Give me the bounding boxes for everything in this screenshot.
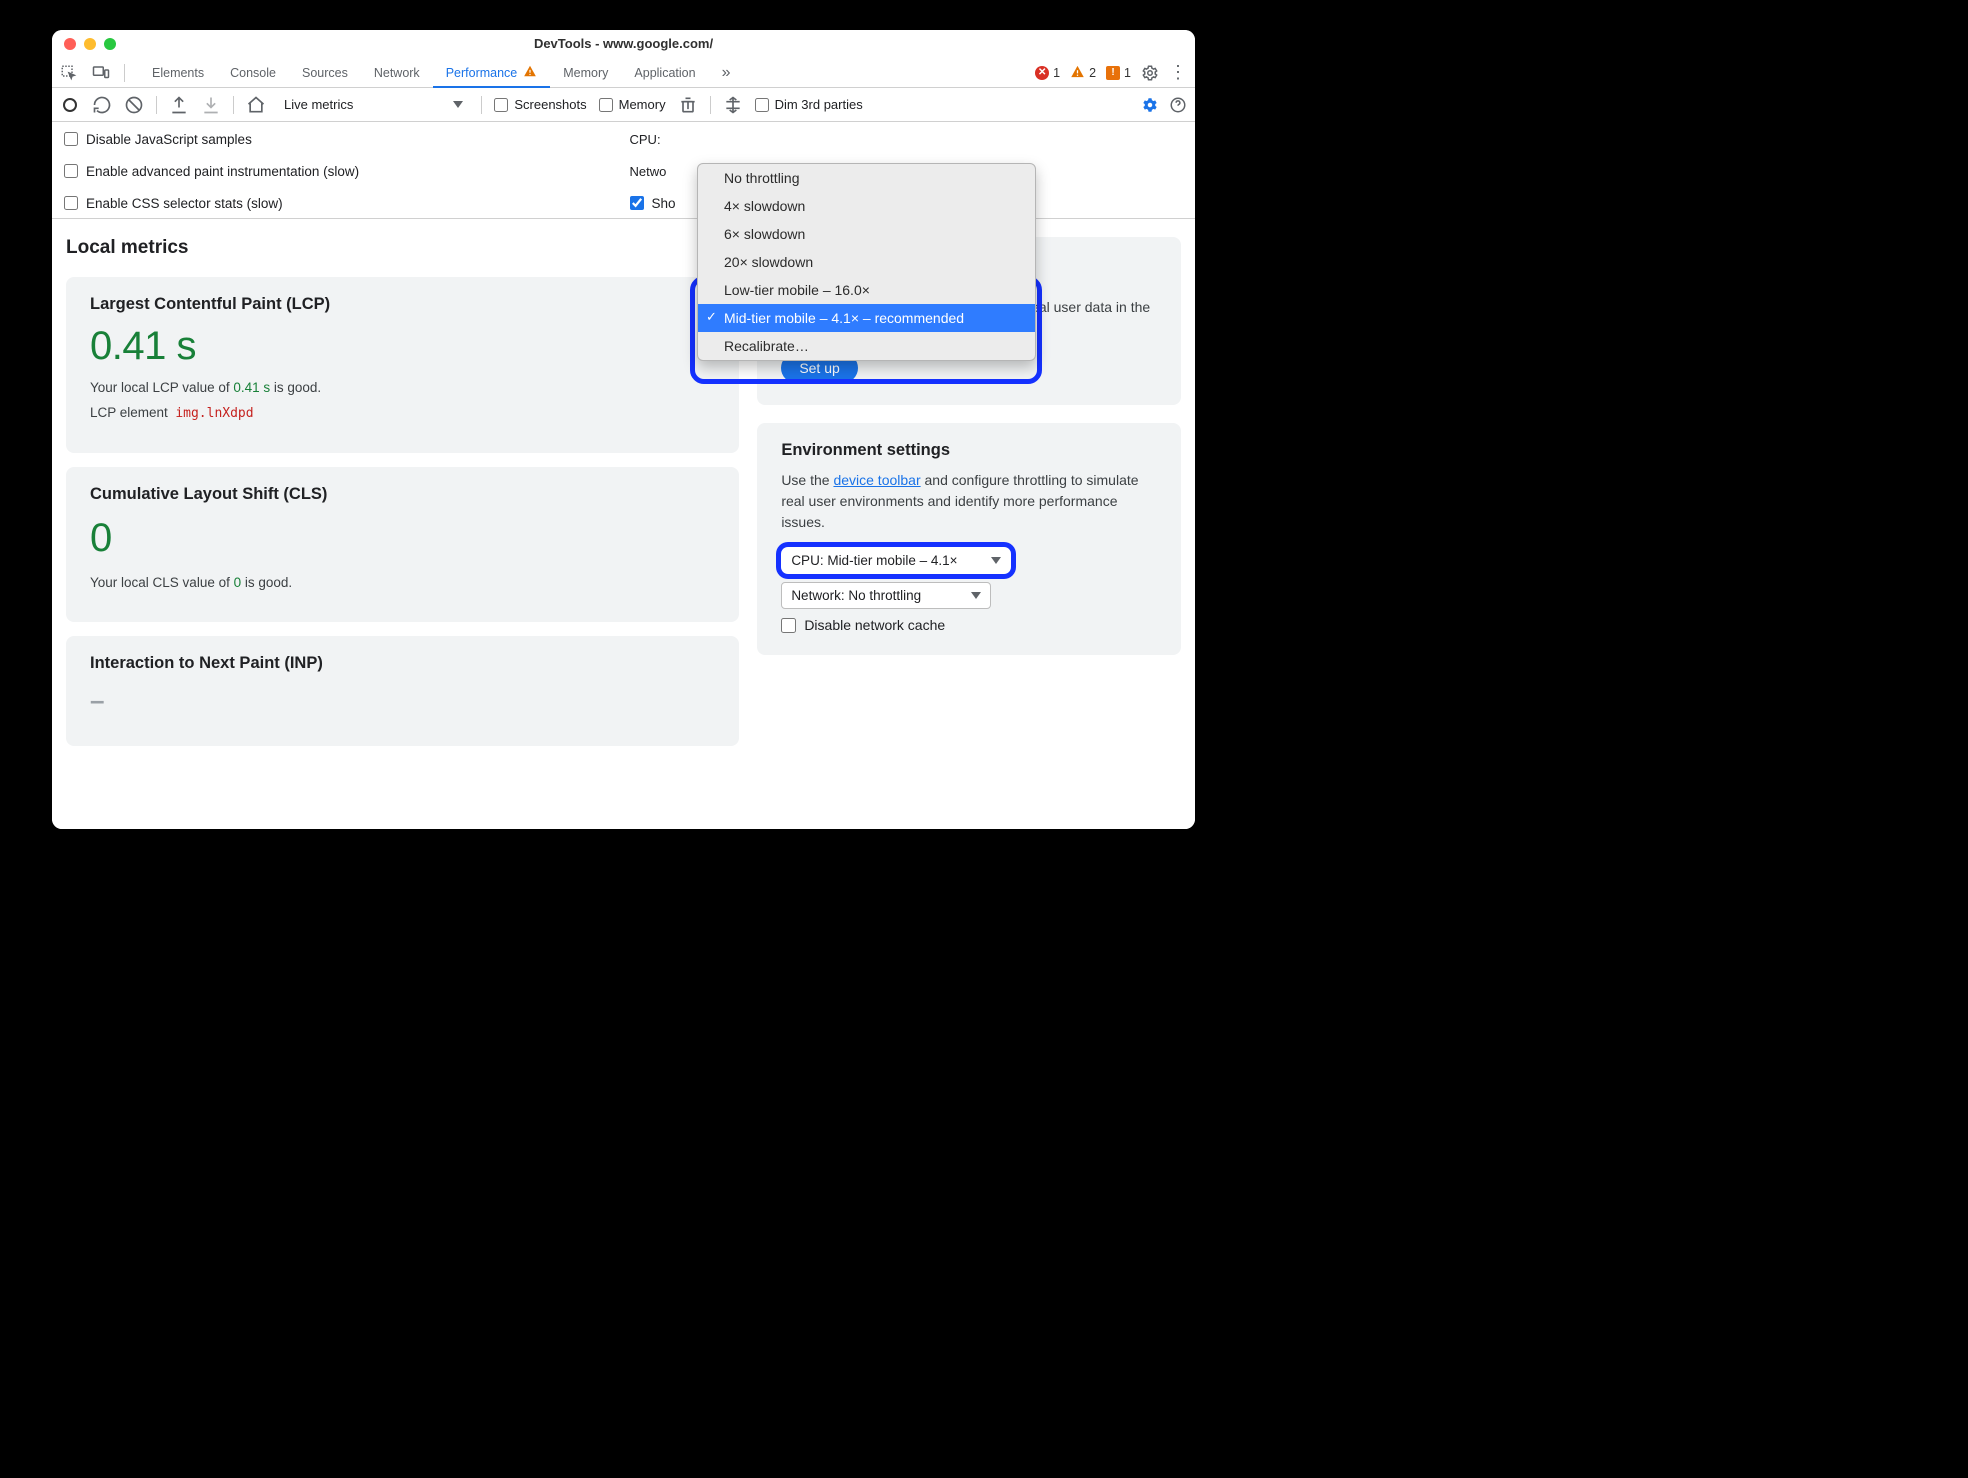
- lcp-title: Largest Contentful Paint (LCP): [90, 295, 715, 314]
- menu-item-low-tier[interactable]: Low-tier mobile – 16.0×: [698, 276, 1035, 304]
- cpu-throttle-menu[interactable]: No throttling 4× slowdown 6× slowdown 20…: [697, 163, 1036, 361]
- metrics-mode-select[interactable]: Live metrics: [278, 95, 469, 114]
- lcp-element-ref[interactable]: img.lnXdpd: [175, 406, 253, 421]
- separator: [481, 96, 482, 114]
- menu-item-no-throttling[interactable]: No throttling: [698, 164, 1035, 192]
- error-count-badge[interactable]: ✕1: [1035, 66, 1060, 80]
- lcp-description: Your local LCP value of 0.41 s is good.: [90, 380, 715, 395]
- env-description: Use the device toolbar and configure thr…: [781, 470, 1157, 533]
- capture-settings-gear-icon[interactable]: [1141, 96, 1159, 114]
- tab-sources[interactable]: Sources: [289, 58, 361, 87]
- network-throttle-select[interactable]: Network: No throttling: [781, 582, 991, 609]
- tab-console[interactable]: Console: [217, 58, 289, 87]
- inp-title: Interaction to Next Paint (INP): [90, 654, 715, 673]
- chevron-down-icon: [971, 592, 981, 599]
- disable-network-cache-checkbox[interactable]: Disable network cache: [781, 617, 1157, 633]
- local-metrics-heading: Local metrics: [66, 237, 739, 259]
- separator: [233, 96, 234, 114]
- separator: [710, 96, 711, 114]
- environment-settings-card: Environment settings Use the device tool…: [757, 423, 1181, 655]
- clear-button[interactable]: [124, 95, 144, 115]
- separator: [124, 64, 125, 82]
- warning-icon: [1070, 64, 1085, 82]
- menu-item-mid-tier[interactable]: Mid-tier mobile – 4.1× – recommended: [698, 304, 1035, 332]
- kebab-menu-icon[interactable]: ⋮: [1169, 64, 1187, 82]
- device-toolbar-link[interactable]: device toolbar: [833, 472, 920, 488]
- inp-card: Interaction to Next Paint (INP) –: [66, 636, 739, 746]
- issue-count-badge[interactable]: !1: [1106, 66, 1131, 80]
- menu-item-6x[interactable]: 6× slowdown: [698, 220, 1035, 248]
- more-tabs-button[interactable]: »: [709, 58, 744, 87]
- enable-paint-instrumentation-checkbox[interactable]: Enable advanced paint instrumentation (s…: [64, 160, 612, 182]
- tab-performance[interactable]: Performance: [433, 58, 551, 87]
- collapse-icon[interactable]: [723, 95, 743, 115]
- enable-css-selector-stats-checkbox[interactable]: Enable CSS selector stats (slow): [64, 192, 612, 214]
- tabs-bar: Elements Console Sources Network Perform…: [52, 58, 1195, 88]
- cls-value: 0: [90, 516, 715, 561]
- network-throttle-value: Network: No throttling: [791, 588, 921, 603]
- cpu-throttle-row: CPU:: [630, 128, 1184, 150]
- lcp-element-label: LCP element: [90, 405, 168, 420]
- chevron-down-icon: [453, 101, 463, 108]
- gc-icon[interactable]: [678, 95, 698, 115]
- cls-description: Your local CLS value of 0 is good.: [90, 575, 715, 590]
- record-button[interactable]: [60, 95, 80, 115]
- download-icon[interactable]: [201, 95, 221, 115]
- menu-item-recalibrate[interactable]: Recalibrate…: [698, 332, 1035, 360]
- performance-toolbar: Live metrics Screenshots Memory Dim 3rd …: [52, 88, 1195, 122]
- cls-title: Cumulative Layout Shift (CLS): [90, 485, 715, 504]
- zoom-window-button[interactable]: [104, 38, 116, 50]
- warning-triangle-icon: [523, 64, 537, 81]
- tab-memory[interactable]: Memory: [550, 58, 621, 87]
- home-icon[interactable]: [246, 95, 266, 115]
- lcp-card: Largest Contentful Paint (LCP) 0.41 s Yo…: [66, 277, 739, 453]
- window-title: DevTools - www.google.com/: [52, 36, 1195, 51]
- memory-checkbox[interactable]: Memory: [599, 97, 666, 112]
- window-controls: [52, 38, 116, 50]
- metrics-mode-label: Live metrics: [284, 97, 353, 112]
- chevron-down-icon: [991, 557, 1001, 564]
- cpu-label: CPU:: [630, 132, 661, 147]
- tab-network[interactable]: Network: [361, 58, 433, 87]
- reload-button[interactable]: [92, 95, 112, 115]
- cpu-throttle-value: CPU: Mid-tier mobile – 4.1×: [791, 553, 957, 568]
- lcp-element-row: LCP element img.lnXdpd: [90, 405, 715, 421]
- device-toolbar-icon[interactable]: [92, 64, 110, 82]
- inspect-element-icon[interactable]: [60, 64, 78, 82]
- menu-item-20x[interactable]: 20× slowdown: [698, 248, 1035, 276]
- network-label: Netwo: [630, 164, 667, 179]
- titlebar: DevTools - www.google.com/: [52, 30, 1195, 58]
- upload-icon[interactable]: [169, 95, 189, 115]
- env-heading: Environment settings: [781, 441, 1157, 460]
- panel-tabs: Elements Console Sources Network Perform…: [139, 58, 743, 87]
- minimize-window-button[interactable]: [84, 38, 96, 50]
- inp-value: –: [90, 685, 715, 716]
- dim-third-parties-checkbox[interactable]: Dim 3rd parties: [755, 97, 863, 112]
- tab-application[interactable]: Application: [621, 58, 708, 87]
- help-icon[interactable]: [1169, 96, 1187, 114]
- cpu-throttle-select[interactable]: CPU: Mid-tier mobile – 4.1×: [781, 547, 1011, 574]
- separator: [156, 96, 157, 114]
- tab-elements[interactable]: Elements: [139, 58, 217, 87]
- screenshots-checkbox[interactable]: Screenshots: [494, 97, 586, 112]
- disable-js-samples-checkbox[interactable]: Disable JavaScript samples: [64, 128, 612, 150]
- close-window-button[interactable]: [64, 38, 76, 50]
- warning-count-badge[interactable]: 2: [1070, 64, 1096, 82]
- lcp-value: 0.41 s: [90, 326, 715, 366]
- devtools-window: DevTools - www.google.com/ Elements Cons…: [52, 30, 1195, 829]
- settings-gear-icon[interactable]: [1141, 64, 1159, 82]
- menu-item-4x[interactable]: 4× slowdown: [698, 192, 1035, 220]
- cls-card: Cumulative Layout Shift (CLS) 0 Your loc…: [66, 467, 739, 622]
